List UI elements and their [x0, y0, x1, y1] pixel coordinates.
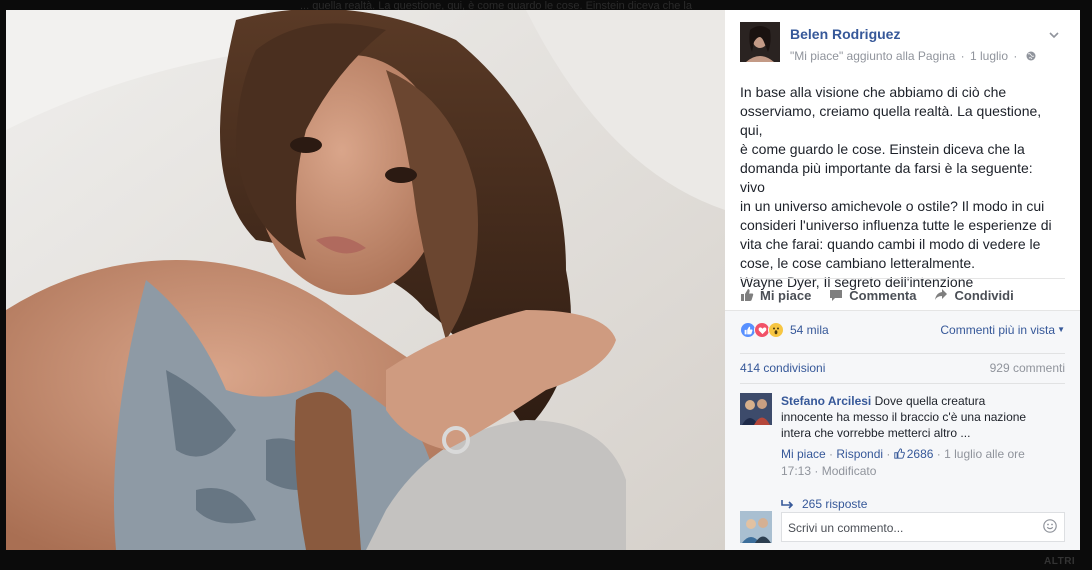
share-button[interactable]: Condividi [934, 287, 1014, 303]
comment-order-dropdown[interactable]: Commenti più in vista ▼ [940, 323, 1065, 337]
replies-count: 265 risposte [802, 497, 868, 511]
like-icon [741, 289, 754, 301]
post-date-link[interactable]: 1 luglio [970, 49, 1008, 63]
photo-illustration [6, 10, 725, 550]
wow-reaction-icon [768, 322, 784, 338]
divider [740, 278, 1065, 279]
chevron-down-icon[interactable] [1047, 28, 1061, 42]
post-actions: Mi piace Commenta Condividi [740, 280, 1065, 310]
comment-reply-link[interactable]: Rispondi [836, 447, 883, 461]
comment-icon [830, 290, 843, 301]
feedback-section: 54 mila Commenti più in vista ▼ 414 condi… [725, 310, 1080, 550]
view-replies-link[interactable]: 265 risposte [781, 497, 867, 511]
comment-input[interactable]: Scrivi un commento... [781, 512, 1065, 542]
comment-author-link[interactable]: Stefano Arcilesi [781, 394, 871, 408]
post-text: In base alla visione che abbiamo di ciò … [740, 84, 1052, 290]
reactions-count: 54 mila [790, 323, 829, 337]
like-button[interactable]: Mi piace [740, 288, 811, 303]
order-label: Commenti più in vista [940, 323, 1056, 337]
reply-arrow-icon [781, 500, 794, 509]
share-icon [935, 289, 948, 300]
comment-meta: Mi piace · Rispondi · 2686 · 1 luglio al… [781, 447, 1025, 478]
post-header: Belen Rodriguez "Mi piace" aggiunto alla… [740, 22, 1065, 66]
post-details-panel: Belen Rodriguez "Mi piace" aggiunto alla… [725, 10, 1080, 550]
author-name-link[interactable]: Belen Rodriguez [790, 26, 900, 42]
divider [740, 383, 1065, 384]
shares-count-link[interactable]: 414 condivisioni [740, 361, 825, 375]
share-label: Condividi [954, 287, 1014, 303]
post-meta: "Mi piace" aggiunto alla Pagina · 1 lugl… [790, 49, 1036, 63]
page-avatar[interactable] [740, 22, 780, 62]
caret-down-icon: ▼ [1057, 325, 1065, 334]
comment-body: Stefano Arcilesi Dove quella creatura in… [781, 393, 1036, 441]
comment-label: Commenta [849, 287, 917, 303]
reactions-summary[interactable]: 54 mila [740, 322, 829, 338]
post-subtitle: "Mi piace" aggiunto alla Pagina [790, 49, 956, 63]
divider [740, 353, 1065, 354]
comments-count-link[interactable]: 929 commenti [990, 361, 1065, 375]
comment-button[interactable]: Commenta [829, 288, 916, 303]
comment-like-link[interactable]: Mi piace [781, 447, 826, 461]
altri-label[interactable]: ALTRI [1044, 556, 1075, 567]
globe-icon [1026, 51, 1036, 61]
comment-edited[interactable]: Modificato [822, 464, 877, 478]
commenter-avatar[interactable] [740, 393, 772, 425]
smiley-icon[interactable] [1043, 519, 1057, 533]
post-photo[interactable] [6, 10, 725, 550]
comment-composer: Scrivi un commento... [740, 511, 1065, 543]
like-count-icon [894, 448, 905, 459]
comment-like-count[interactable]: 2686 [907, 447, 934, 461]
like-label: Mi piace [760, 287, 812, 303]
viewer-avatar [740, 511, 772, 543]
